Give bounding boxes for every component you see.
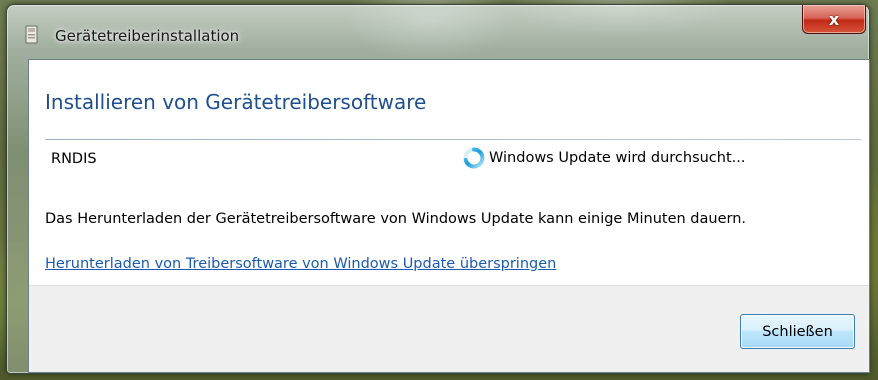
close-icon: x <box>828 9 840 29</box>
dialog-footer: Schließen <box>29 285 869 372</box>
close-button[interactable]: Schließen <box>740 314 855 349</box>
title-bar[interactable]: Gerätetreiberinstallation x <box>7 5 869 49</box>
busy-spinner-icon <box>462 146 486 170</box>
window-title: Gerätetreiberinstallation <box>55 27 240 45</box>
skip-windows-update-link[interactable]: Herunterladen von Treibersoftware von Wi… <box>45 256 556 272</box>
page-title: Installieren von Gerätetreibersoftware <box>45 90 427 114</box>
search-status: Windows Update wird durchsucht... <box>462 146 745 170</box>
device-name: RNDIS <box>51 151 97 167</box>
info-message: Das Herunterladen der Gerätetreibersoftw… <box>45 211 746 227</box>
status-text: Windows Update wird durchsucht... <box>489 150 746 166</box>
window-close-button[interactable]: x <box>802 5 866 34</box>
divider <box>45 139 861 140</box>
dialog-window: Gerätetreiberinstallation x Installieren… <box>6 4 870 374</box>
device-installer-icon <box>25 25 39 45</box>
dialog-content: Installieren von Gerätetreibersoftware R… <box>28 59 870 373</box>
